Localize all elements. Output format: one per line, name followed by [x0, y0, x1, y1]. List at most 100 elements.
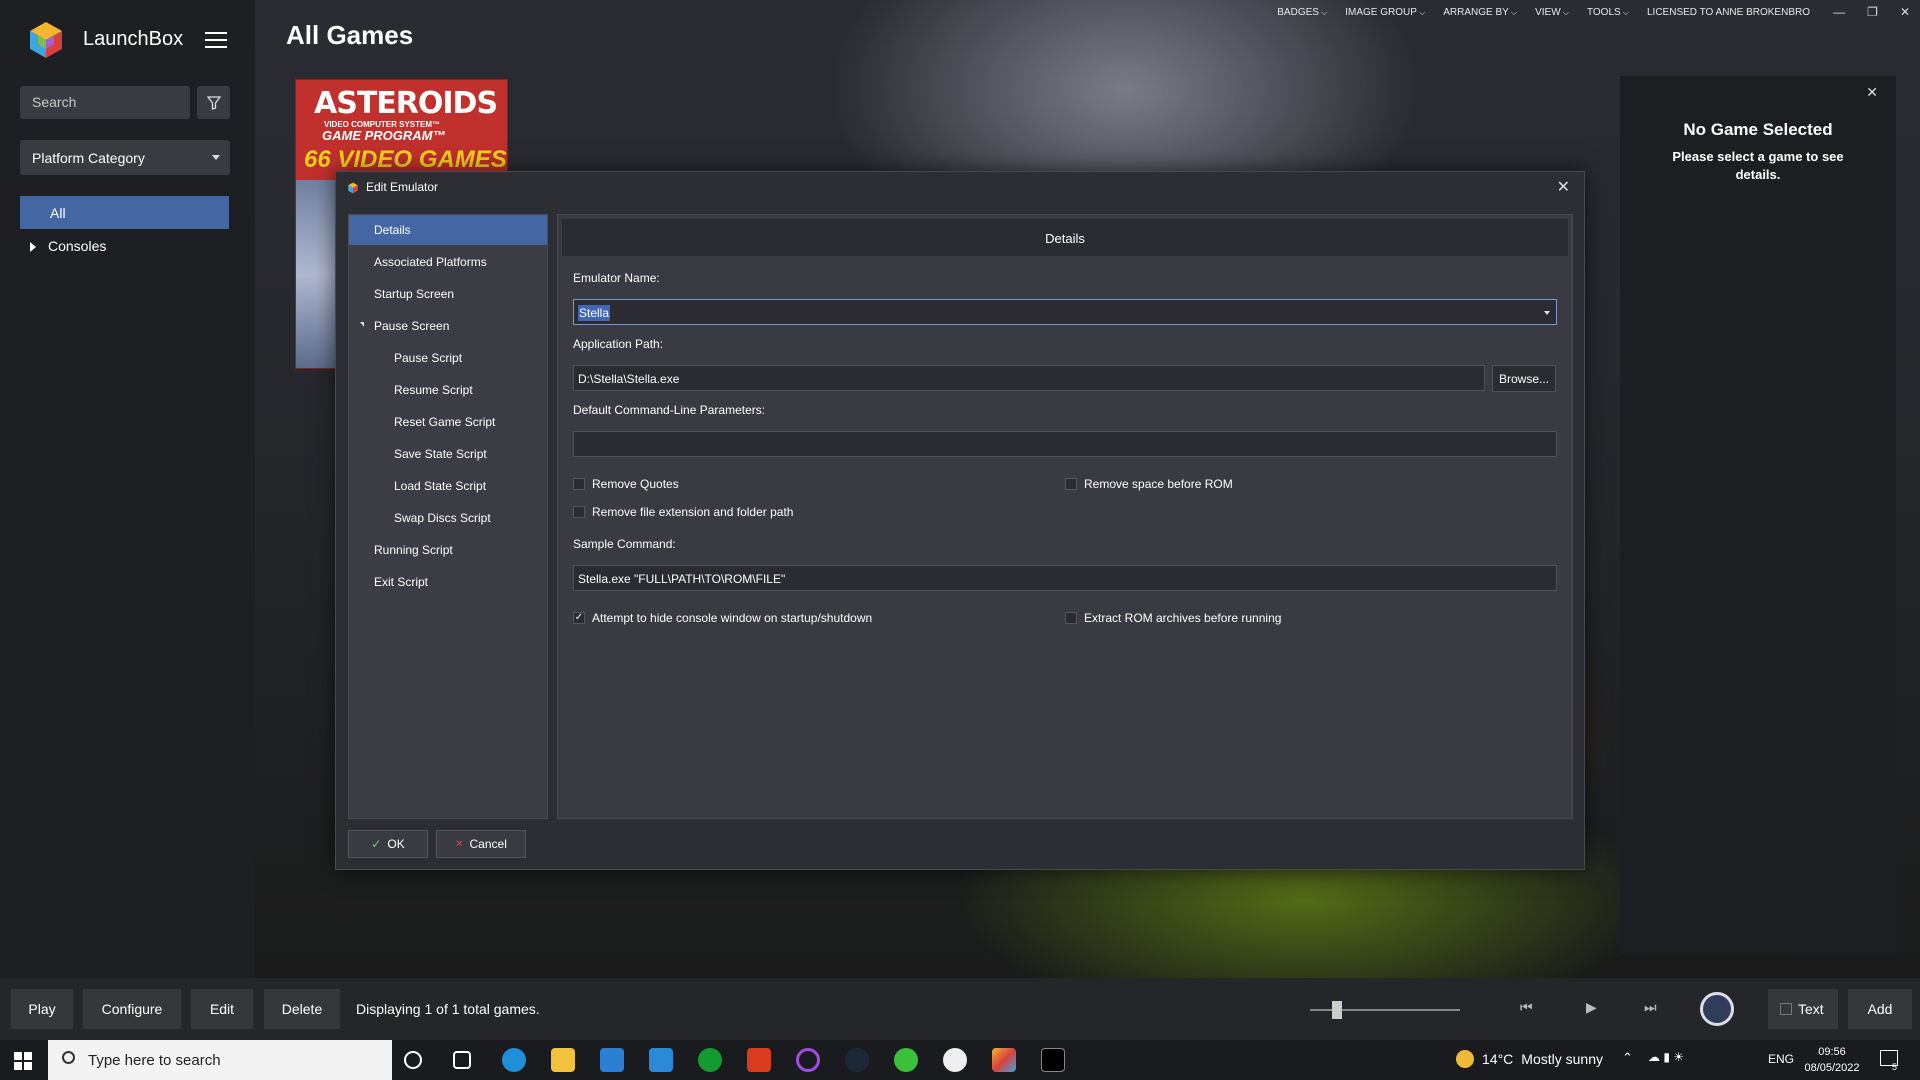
- menu-tools[interactable]: TOOLS: [1587, 7, 1629, 18]
- sun-icon: [1456, 1050, 1474, 1068]
- weather-desc: Mostly sunny: [1521, 1051, 1603, 1067]
- filter-icon: [206, 95, 221, 110]
- nav-details[interactable]: Details: [349, 215, 547, 245]
- sidebar-item-consoles[interactable]: Consoles: [30, 238, 106, 254]
- mail-icon[interactable]: [649, 1048, 673, 1072]
- app-green-icon[interactable]: [894, 1048, 918, 1072]
- nav-running-script[interactable]: Running Script: [349, 535, 547, 565]
- chevron-down-icon: [212, 155, 220, 160]
- nav-save-state-script[interactable]: Save State Script: [349, 439, 547, 469]
- platform-category-dropdown[interactable]: Platform Category: [20, 140, 230, 175]
- nav-pause-screen[interactable]: Pause Screen: [349, 311, 547, 341]
- file-explorer-icon[interactable]: [551, 1048, 575, 1072]
- cover-artwork: [296, 180, 336, 368]
- language-indicator[interactable]: ENG: [1768, 1052, 1794, 1066]
- expand-arrow-icon[interactable]: [360, 322, 364, 327]
- nav-associated-platforms[interactable]: Associated Platforms: [349, 247, 547, 277]
- search-input[interactable]: Search: [20, 86, 190, 119]
- emulator-name-combobox[interactable]: Stella: [573, 299, 1557, 325]
- app-ring-icon[interactable]: [796, 1048, 820, 1072]
- menu-badges[interactable]: BADGES: [1277, 7, 1327, 18]
- details-title: No Game Selected: [1683, 120, 1833, 139]
- sample-command-label: Sample Command:: [573, 537, 676, 551]
- terminal-icon[interactable]: [1041, 1048, 1065, 1072]
- play-button[interactable]: Play: [11, 989, 73, 1029]
- ok-label: OK: [387, 837, 405, 851]
- nav-exit-script[interactable]: Exit Script: [349, 567, 547, 597]
- task-view-icon[interactable]: [453, 1051, 471, 1069]
- menu-arrange-by[interactable]: ARRANGE BY: [1443, 7, 1517, 18]
- menu-image-group[interactable]: IMAGE GROUP: [1345, 7, 1425, 18]
- clock-date: 08/05/2022: [1804, 1062, 1860, 1074]
- remove-quotes-checkbox[interactable]: Remove Quotes: [573, 477, 679, 491]
- delete-button[interactable]: Delete: [264, 989, 340, 1029]
- edge-icon[interactable]: [502, 1048, 526, 1072]
- expand-arrow-icon[interactable]: [30, 242, 36, 253]
- clock-time: 09:56: [1818, 1046, 1846, 1058]
- hamburger-menu-icon[interactable]: [205, 32, 227, 48]
- ok-button[interactable]: ✓ OK: [348, 830, 428, 858]
- chevron-up-icon[interactable]: ⌃: [1622, 1050, 1633, 1066]
- app-name: LaunchBox: [83, 28, 184, 50]
- extract-rom-checkbox[interactable]: Extract ROM archives before running: [1065, 611, 1281, 625]
- checkbox-box[interactable]: [1065, 478, 1077, 490]
- filter-button[interactable]: [197, 86, 230, 119]
- remove-extension-checkbox[interactable]: Remove file extension and folder path: [573, 505, 793, 519]
- edit-button[interactable]: Edit: [191, 989, 253, 1029]
- cancel-button[interactable]: ✕ Cancel: [436, 830, 526, 858]
- bigbox-icon[interactable]: [1700, 992, 1734, 1026]
- close-icon[interactable]: ✕: [1900, 5, 1910, 19]
- checkbox-box[interactable]: [573, 478, 585, 490]
- steam-icon[interactable]: [845, 1048, 869, 1072]
- office-icon[interactable]: [747, 1048, 771, 1072]
- nav-swap-discs-script[interactable]: Swap Discs Script: [349, 503, 547, 533]
- previous-icon[interactable]: ⏮: [1520, 999, 1533, 1016]
- app-logo-icon[interactable]: [943, 1048, 967, 1072]
- launchbox-taskbar-icon[interactable]: [992, 1048, 1016, 1072]
- cmd-params-field[interactable]: [573, 431, 1557, 457]
- taskbar-search-input[interactable]: Type here to search: [48, 1040, 392, 1080]
- sidebar-item-all[interactable]: All: [20, 196, 229, 229]
- checkmark-icon[interactable]: ✓: [573, 612, 585, 624]
- close-icon[interactable]: ✕: [1557, 177, 1570, 197]
- nav-load-state-script[interactable]: Load State Script: [349, 471, 547, 501]
- cortana-icon[interactable]: [404, 1051, 422, 1069]
- store-icon[interactable]: [600, 1048, 624, 1072]
- nav-reset-game-script[interactable]: Reset Game Script: [349, 407, 547, 437]
- hide-console-checkbox[interactable]: ✓ Attempt to hide console window on star…: [573, 611, 872, 625]
- weather-widget[interactable]: 14°C Mostly sunny: [1456, 1050, 1603, 1068]
- checkbox-box[interactable]: [1065, 612, 1077, 624]
- search-icon: [62, 1051, 75, 1064]
- application-path-field[interactable]: D:\Stella\Stella.exe: [573, 365, 1485, 391]
- tray-icons[interactable]: ☁ ▮ ☀: [1648, 1050, 1684, 1064]
- nav-pause-script[interactable]: Pause Script: [349, 343, 547, 373]
- add-button[interactable]: Add: [1848, 989, 1912, 1029]
- zoom-slider-thumb[interactable]: [1332, 1001, 1342, 1019]
- minimize-icon[interactable]: —: [1833, 5, 1845, 19]
- emulator-name-value: Stella: [578, 305, 611, 321]
- menu-view[interactable]: VIEW: [1535, 7, 1569, 18]
- checkbox-label: Extract ROM archives before running: [1084, 611, 1282, 625]
- nav-startup-screen[interactable]: Startup Screen: [349, 279, 547, 309]
- dialog-nav: Details Associated Platforms Startup Scr…: [348, 214, 548, 819]
- play-icon[interactable]: ▶: [1586, 999, 1597, 1016]
- restore-icon[interactable]: ❐: [1867, 5, 1878, 19]
- clock[interactable]: 09:56 08/05/2022: [1800, 1044, 1864, 1076]
- windows-start-icon[interactable]: [14, 1052, 32, 1070]
- xbox-icon[interactable]: [698, 1048, 722, 1072]
- configure-button[interactable]: Configure: [83, 989, 181, 1029]
- remove-space-checkbox[interactable]: Remove space before ROM: [1065, 477, 1233, 491]
- next-icon[interactable]: ⏭: [1644, 999, 1657, 1016]
- sample-command-field: Stella.exe "FULL\PATH\TO\ROM\FILE": [573, 565, 1557, 591]
- chevron-down-icon[interactable]: [1544, 311, 1550, 315]
- emulator-name-label: Emulator Name:: [573, 271, 660, 285]
- notification-count: 5: [1892, 1062, 1898, 1072]
- close-icon[interactable]: ✕: [1866, 84, 1878, 101]
- checkbox-box[interactable]: [573, 506, 585, 518]
- browse-button[interactable]: Browse...: [1492, 365, 1556, 392]
- checkbox-box[interactable]: [1780, 1003, 1792, 1015]
- dialog-title: Edit Emulator: [366, 180, 439, 194]
- text-toggle[interactable]: Text: [1768, 989, 1838, 1029]
- details-subtitle: Please select a game to see details.: [1672, 149, 1844, 182]
- nav-resume-script[interactable]: Resume Script: [349, 375, 547, 405]
